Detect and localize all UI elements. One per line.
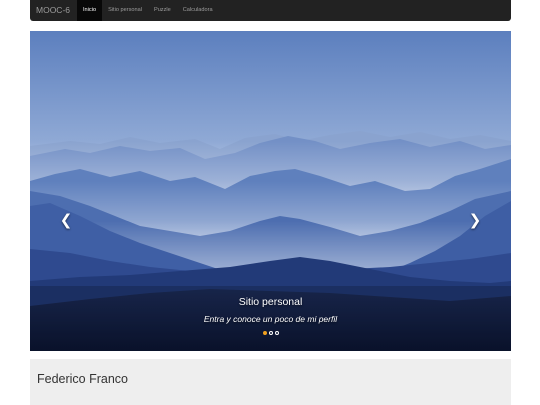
- carousel-caption-title: Sitio personal: [238, 296, 303, 308]
- nav-item-puzzle[interactable]: Puzzle: [148, 0, 177, 21]
- carousel-next-button[interactable]: ❯: [468, 211, 482, 231]
- carousel-indicators: [30, 331, 511, 335]
- nav-item-calculadora[interactable]: Calculadora: [177, 0, 219, 21]
- carousel-indicator-2[interactable]: [268, 331, 273, 335]
- carousel-indicator-1[interactable]: [262, 331, 267, 335]
- top-navbar: MOOC-6 Inicio Sitio personal Puzzle Calc…: [30, 0, 511, 21]
- carousel-prev-button[interactable]: ❮: [59, 211, 73, 231]
- chevron-right-icon: ❯: [468, 212, 482, 229]
- carousel-caption-text: Entra y conoce un poco de mi perfil: [203, 314, 338, 324]
- carousel-indicator-3[interactable]: [274, 331, 279, 335]
- nav-item-sitio-personal[interactable]: Sitio personal: [102, 0, 148, 21]
- nav-item-inicio[interactable]: Inicio: [77, 0, 103, 21]
- navbar-brand[interactable]: MOOC-6: [30, 0, 77, 21]
- image-carousel: ❮ ❯ Sitio personal Entra y conoce un poc…: [30, 31, 511, 351]
- page-heading: Federico Franco: [37, 372, 129, 386]
- jumbotron: Federico Franco: [30, 359, 511, 405]
- chevron-left-icon: ❮: [59, 212, 73, 229]
